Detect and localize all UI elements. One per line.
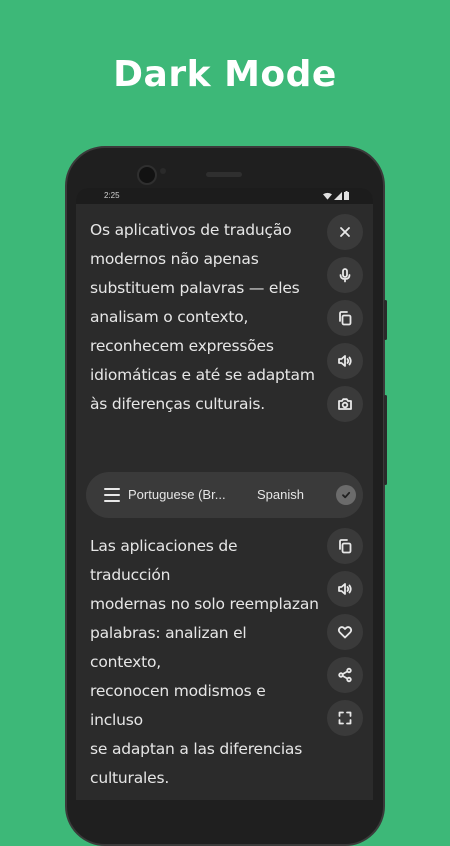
fullscreen-icon bbox=[338, 711, 352, 725]
volume-button bbox=[384, 300, 387, 340]
copy-source-button[interactable] bbox=[327, 300, 363, 336]
headline: Dark Mode bbox=[113, 54, 337, 95]
status-icons bbox=[323, 191, 349, 200]
copy-translation-button[interactable] bbox=[327, 528, 363, 564]
speaker-icon bbox=[338, 355, 352, 367]
microphone-button[interactable] bbox=[327, 257, 363, 293]
source-line: idiomáticas e até se adaptam bbox=[90, 366, 315, 384]
translation-line: Las aplicaciones de traducción bbox=[90, 537, 238, 584]
translation-line: se adaptan a las diferencias bbox=[90, 740, 303, 758]
source-line: analisam o contexto, bbox=[90, 308, 249, 326]
translation-line: reconocen modismos e incluso bbox=[90, 682, 266, 729]
source-line: às diferenças culturais. bbox=[90, 395, 265, 413]
wifi-icon bbox=[323, 192, 332, 200]
heart-icon bbox=[337, 626, 353, 639]
camera-sensor bbox=[160, 168, 166, 174]
source-language-selector[interactable]: Portuguese (Br... bbox=[128, 487, 226, 502]
power-button bbox=[384, 395, 387, 485]
earpiece-speaker bbox=[206, 172, 242, 177]
source-line: substituem palavras — eles bbox=[90, 279, 300, 297]
source-line: modernos não apenas bbox=[90, 250, 259, 268]
close-icon bbox=[340, 227, 350, 237]
app-screen: 2:25 Os aplicativos de tradução modernos… bbox=[76, 188, 373, 800]
status-time: 2:25 bbox=[104, 191, 120, 200]
menu-icon[interactable] bbox=[104, 488, 120, 502]
source-text[interactable]: Os aplicativos de tradução modernos não … bbox=[90, 216, 322, 419]
source-line: Os aplicativos de tradução bbox=[90, 221, 292, 239]
signal-icon bbox=[334, 191, 342, 200]
camera-button[interactable] bbox=[327, 386, 363, 422]
translation-line: culturales. bbox=[90, 769, 170, 787]
source-line: reconhecem expressões bbox=[90, 337, 274, 355]
battery-icon bbox=[344, 191, 349, 200]
microphone-icon bbox=[339, 268, 351, 283]
speaker-icon bbox=[338, 583, 352, 595]
fullscreen-button[interactable] bbox=[327, 700, 363, 736]
share-button[interactable] bbox=[327, 657, 363, 693]
language-selector-bar: Portuguese (Br... Spanish bbox=[86, 472, 363, 518]
share-icon bbox=[338, 667, 352, 683]
translation-line: palabras: analizan el contexto, bbox=[90, 624, 247, 671]
clear-button[interactable] bbox=[327, 214, 363, 250]
target-language-selector[interactable]: Spanish bbox=[257, 487, 304, 502]
camera-icon bbox=[338, 398, 352, 410]
favorite-button[interactable] bbox=[327, 614, 363, 650]
speak-source-button[interactable] bbox=[327, 343, 363, 379]
status-bar: 2:25 bbox=[76, 188, 373, 204]
translation-line: modernas no solo reemplazan bbox=[90, 595, 319, 613]
copy-icon bbox=[339, 539, 352, 554]
translation-text: Las aplicaciones de traducción modernas … bbox=[90, 532, 322, 793]
speak-translation-button[interactable] bbox=[327, 571, 363, 607]
check-icon bbox=[342, 491, 351, 499]
copy-icon bbox=[339, 311, 352, 326]
front-camera bbox=[137, 165, 157, 185]
confirm-button[interactable] bbox=[336, 485, 356, 505]
